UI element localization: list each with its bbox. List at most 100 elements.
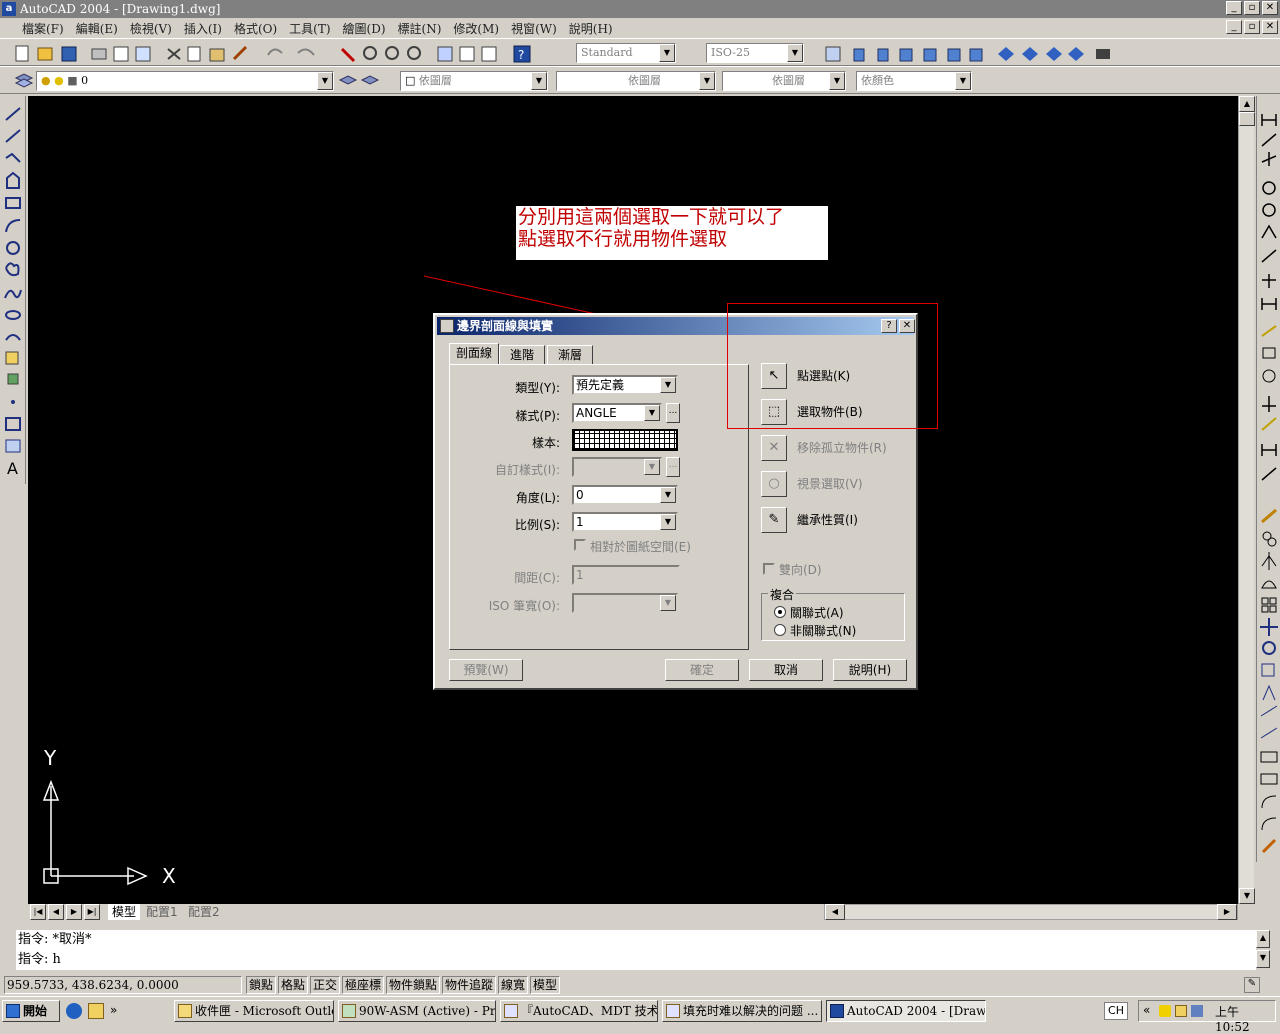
scroll-right-icon[interactable]: ▶ xyxy=(1217,904,1237,920)
draw-toolbar-icons[interactable]: A xyxy=(0,96,26,484)
prev-tab-icon[interactable]: ◀ xyxy=(48,904,64,920)
command-input[interactable]: 指令: h xyxy=(16,950,1256,970)
task-outlook[interactable]: 收件匣 - Microsoft Outlook xyxy=(174,1000,334,1022)
autocad-app-icon[interactable]: a xyxy=(2,2,16,16)
menu-file[interactable]: 檔案(F) xyxy=(22,20,64,37)
scroll-down-icon[interactable]: ▼ xyxy=(1239,888,1255,904)
doc-close-icon[interactable]: ✕ xyxy=(1262,20,1278,34)
type-select[interactable]: 預先定義 ▼ xyxy=(572,375,678,395)
pattern-select[interactable]: ANGLE ▼ xyxy=(572,403,662,423)
view-toolbar-icons[interactable] xyxy=(820,41,1110,67)
lineweight-toggle[interactable]: 線寬 xyxy=(498,976,528,994)
chevron-down-icon[interactable]: ▼ xyxy=(660,595,676,611)
ok-button[interactable]: 確定 xyxy=(665,659,739,681)
next-tab-icon[interactable]: ▶ xyxy=(66,904,82,920)
menu-tools[interactable]: 工具(T) xyxy=(289,20,330,37)
coordinates-display[interactable]: 959.5733, 438.6234, 0.0000 xyxy=(4,976,242,994)
last-tab-icon[interactable]: ▶| xyxy=(84,904,100,920)
restore-icon[interactable]: ▫ xyxy=(1244,1,1260,15)
angle-select[interactable]: 0 ▼ xyxy=(572,485,678,505)
text-style-select[interactable]: Standard ▼ xyxy=(576,43,676,63)
shield-icon[interactable] xyxy=(1159,1005,1171,1017)
task-autocad[interactable]: AutoCAD 2004 - [Drawin... xyxy=(826,1000,986,1022)
menu-modify[interactable]: 修改(M) xyxy=(453,20,499,37)
task-proe[interactable]: 90W-ASM (Active) - Pro/... xyxy=(338,1000,496,1022)
minimize-icon[interactable]: _ xyxy=(1226,1,1242,15)
pattern-browse-button[interactable]: ... xyxy=(666,403,680,423)
chevron-down-icon[interactable]: ▼ xyxy=(644,405,660,421)
chevron-down-icon[interactable]: ▼ xyxy=(660,377,676,393)
help-button[interactable]: 說明(H) xyxy=(833,659,907,681)
view-selections-button[interactable]: ○ xyxy=(761,471,787,497)
preview-button[interactable]: 預覽(W) xyxy=(449,659,523,681)
polar-toggle[interactable]: 極座標 xyxy=(342,976,384,994)
close-icon[interactable]: ✕ xyxy=(1262,1,1278,15)
menu-help[interactable]: 說明(H) xyxy=(569,20,613,37)
network-icon[interactable] xyxy=(1191,1005,1203,1017)
menu-format[interactable]: 格式(O) xyxy=(234,20,277,37)
color-select[interactable]: □ 依圖層 ▼ xyxy=(400,71,548,91)
chevron-down-icon[interactable]: ▼ xyxy=(787,44,803,62)
chevron-down-icon[interactable]: ▼ xyxy=(660,514,676,530)
chevron-down-icon[interactable]: ▼ xyxy=(531,72,547,90)
chevron-down-icon[interactable]: ▼ xyxy=(699,72,715,90)
inherit-properties-button[interactable]: ✎ xyxy=(761,507,787,533)
chevron-left-icon[interactable]: « xyxy=(1143,1003,1150,1017)
cmd-scroll-down-icon[interactable]: ▼ xyxy=(1256,950,1270,968)
iso-pen-select[interactable]: ▼ xyxy=(572,593,678,613)
tab-gradient[interactable]: 漸層 xyxy=(547,345,593,365)
lineweight-select[interactable]: 依圖層 ▼ xyxy=(722,71,846,91)
chevron-down-icon[interactable]: ▼ xyxy=(955,72,971,90)
vertical-scrollbar[interactable]: ▲ ▼ xyxy=(1238,96,1255,904)
chevron-down-icon[interactable]: ▼ xyxy=(317,72,333,90)
standard-toolbar-icons[interactable]: ? xyxy=(10,41,570,67)
doc-restore-icon[interactable]: ▫ xyxy=(1244,20,1260,34)
tab-hatch[interactable]: 剖面線 xyxy=(449,343,499,365)
tab-layout1[interactable]: 配置1 xyxy=(142,904,182,920)
start-button[interactable]: 開始 xyxy=(2,1000,60,1022)
tab-advanced[interactable]: 進階 xyxy=(499,345,545,365)
remove-islands-button[interactable]: ✕ xyxy=(761,435,787,461)
linetype-select[interactable]: 依圖層 ▼ xyxy=(556,71,716,91)
horizontal-scrollbar[interactable]: ◀ ▶ xyxy=(824,904,1238,920)
custom-pattern-select[interactable]: ▼ xyxy=(572,457,662,477)
relative-paper-checkbox[interactable] xyxy=(574,539,586,551)
doc-minimize-icon[interactable]: _ xyxy=(1226,20,1242,34)
chevron-down-icon[interactable]: ▼ xyxy=(660,487,676,503)
otrack-toggle[interactable]: 物件追蹤 xyxy=(442,976,496,994)
layer-select[interactable]: ● ● ■ 0 ▼ xyxy=(36,71,334,91)
task-hatch-problem[interactable]: 填充时难以解决的问题 ... xyxy=(662,1000,822,1022)
chevron-down-icon[interactable]: ▼ xyxy=(659,44,675,62)
ortho-toggle[interactable]: 正交 xyxy=(310,976,340,994)
tray-app-icon[interactable] xyxy=(1175,1005,1187,1017)
menu-window[interactable]: 視窗(W) xyxy=(511,20,557,37)
task-forum[interactable]: 『AutoCAD、MDT 技术... xyxy=(500,1000,658,1022)
scroll-left-icon[interactable]: ◀ xyxy=(825,904,845,920)
osnap-toggle[interactable]: 物件鎖點 xyxy=(386,976,440,994)
dim-style-select[interactable]: ISO-25 ▼ xyxy=(706,43,804,63)
first-tab-icon[interactable]: |◀ xyxy=(30,904,46,920)
grid-toggle[interactable]: 格點 xyxy=(278,976,308,994)
double-checkbox[interactable] xyxy=(763,563,775,575)
menu-edit[interactable]: 編輯(E) xyxy=(76,20,118,37)
nonassociative-radio[interactable] xyxy=(774,624,786,636)
scroll-up-icon[interactable]: ▲ xyxy=(1239,96,1255,112)
dimension-modify-icons[interactable] xyxy=(1257,96,1280,862)
outlook-icon[interactable] xyxy=(88,1003,104,1019)
scroll-thumb[interactable] xyxy=(1239,112,1255,126)
menu-view[interactable]: 檢視(V) xyxy=(130,20,172,37)
model-toggle[interactable]: 模型 xyxy=(530,976,560,994)
menu-draw[interactable]: 繪圖(D) xyxy=(343,20,386,37)
associative-radio[interactable] xyxy=(774,606,786,618)
pattern-swatch[interactable] xyxy=(572,429,678,451)
layer-tool-icons[interactable] xyxy=(336,68,386,94)
cancel-button[interactable]: 取消 xyxy=(749,659,823,681)
language-indicator[interactable]: CH xyxy=(1104,1002,1128,1020)
cmd-scroll-up-icon[interactable]: ▲ xyxy=(1256,930,1270,948)
menu-insert[interactable]: 插入(I) xyxy=(184,20,222,37)
chevron-right-icon[interactable]: » xyxy=(110,1003,126,1019)
tab-layout2[interactable]: 配置2 xyxy=(184,904,224,920)
plotstyle-select[interactable]: 依顏色 ▼ xyxy=(856,71,972,91)
chevron-down-icon[interactable]: ▼ xyxy=(644,459,660,475)
menu-dimension[interactable]: 標註(N) xyxy=(398,20,442,37)
